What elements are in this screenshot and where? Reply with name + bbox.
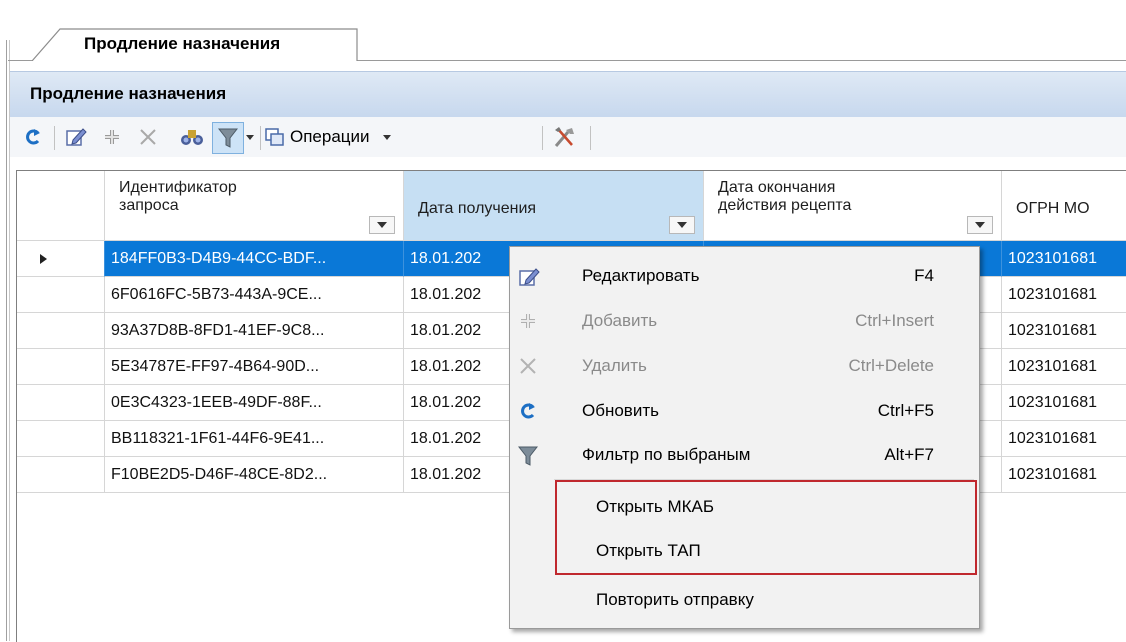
row-header[interactable] (17, 241, 105, 277)
refresh-icon[interactable] (20, 124, 46, 150)
toolbar: Операции (10, 117, 1126, 157)
toolbar-separator (542, 126, 543, 150)
chevron-down-icon (382, 135, 391, 140)
edit-icon (518, 266, 540, 288)
filter-icon (517, 445, 540, 467)
menu-item-delete[interactable]: Удалить Ctrl+Delete (510, 348, 979, 385)
add-icon[interactable] (98, 124, 126, 150)
cell-ogrn[interactable]: 1023101681 (1002, 421, 1126, 457)
tools-icon[interactable] (550, 124, 580, 150)
column-header-received-date[interactable]: Дата получения (404, 171, 704, 241)
cell-id[interactable]: 93A37D8B-8FD1-41EF-9C8... (105, 313, 404, 349)
cell-ogrn[interactable]: 1023101681 (1002, 457, 1126, 493)
delete-icon (518, 356, 540, 378)
cell-ogrn[interactable]: 1023101681 (1002, 385, 1126, 421)
current-row-indicator-icon (40, 254, 47, 264)
column-header-label: Дата получения (418, 200, 537, 217)
menu-item-shortcut: Ctrl+Insert (855, 311, 934, 330)
menu-item-label: Повторить отправку (596, 590, 754, 609)
row-header[interactable] (17, 277, 105, 313)
column-filter-dropdown[interactable] (967, 216, 993, 234)
row-header[interactable] (17, 421, 105, 457)
menu-item-label: Фильтр по выбраным (582, 445, 751, 464)
delete-icon[interactable] (134, 124, 162, 150)
toolbar-separator (260, 126, 261, 150)
row-header-corner (17, 171, 105, 241)
operations-label: Операции (290, 127, 370, 146)
menu-item-shortcut: Ctrl+F5 (877, 401, 934, 420)
cell-id[interactable]: BB118321-1F61-44F6-9E41... (105, 421, 404, 457)
menu-item-label: Добавить (582, 311, 658, 330)
menu-item-label: Обновить (582, 401, 659, 420)
find-icon[interactable] (178, 124, 206, 150)
cell-id[interactable]: F10BE2D5-D46F-48CE-8D2... (105, 457, 404, 493)
menu-item-shortcut: Ctrl+Delete (848, 356, 934, 375)
cell-ogrn[interactable]: 1023101681 (1002, 277, 1126, 313)
row-header[interactable] (17, 313, 105, 349)
row-header[interactable] (17, 457, 105, 493)
menu-item-shortcut: F4 (914, 266, 934, 285)
cell-id[interactable]: 184FF0B3-D4B9-44CC-BDF... (105, 241, 404, 277)
column-header-label: Идентификатор запроса (119, 179, 237, 214)
cell-id[interactable]: 6F0616FC-5B73-443A-9CE... (105, 277, 404, 313)
column-header-label: Дата окончания действия рецепта (718, 179, 852, 214)
cell-id[interactable]: 0E3C4323-1EEB-49DF-88F... (105, 385, 404, 421)
menu-item-label: Удалить (582, 356, 647, 375)
tab-prolongation[interactable]: Продление назначения (32, 27, 358, 61)
filter-icon[interactable] (212, 122, 244, 154)
menu-item-refresh[interactable]: Обновить Ctrl+F5 (510, 393, 979, 430)
add-icon (518, 311, 540, 333)
frame-border (6, 40, 7, 641)
column-filter-dropdown[interactable] (369, 216, 395, 234)
column-header-ogrn[interactable]: ОГРН МО (1002, 171, 1126, 241)
cell-id[interactable]: 5E34787E-FF97-4B64-90D... (105, 349, 404, 385)
menu-item-add[interactable]: Добавить Ctrl+Insert (510, 303, 979, 340)
column-header-label: ОГРН МО (1016, 200, 1090, 217)
menu-item-shortcut: Alt+F7 (884, 445, 934, 464)
panel-header: Продление назначения (10, 71, 1126, 118)
operations-button[interactable]: Операции (264, 124, 434, 150)
column-filter-dropdown[interactable] (669, 216, 695, 234)
menu-item-resend[interactable]: Повторить отправку (510, 582, 979, 619)
cell-ogrn[interactable]: 1023101681 (1002, 241, 1126, 277)
filter-dropdown-arrow[interactable] (243, 124, 257, 150)
column-header-request-id[interactable]: Идентификатор запроса (105, 171, 404, 241)
menu-item-label: Редактировать (582, 266, 700, 285)
toolbar-separator (590, 126, 591, 150)
highlight-frame (555, 480, 977, 575)
cell-ogrn[interactable]: 1023101681 (1002, 313, 1126, 349)
menu-item-edit[interactable]: Редактировать F4 (510, 258, 979, 295)
row-header[interactable] (17, 385, 105, 421)
panel-title: Продление назначения (30, 84, 227, 103)
copy-icon (265, 128, 284, 146)
menu-item-filter-selected[interactable]: Фильтр по выбраным Alt+F7 (510, 437, 979, 474)
column-header-prescription-end-date[interactable]: Дата окончания действия рецепта (704, 171, 1002, 241)
cell-ogrn[interactable]: 1023101681 (1002, 349, 1126, 385)
toolbar-separator (54, 126, 55, 150)
tab-label: Продление назначения (84, 34, 281, 53)
edit-icon[interactable] (62, 124, 90, 150)
row-header[interactable] (17, 349, 105, 385)
refresh-icon (518, 401, 540, 423)
